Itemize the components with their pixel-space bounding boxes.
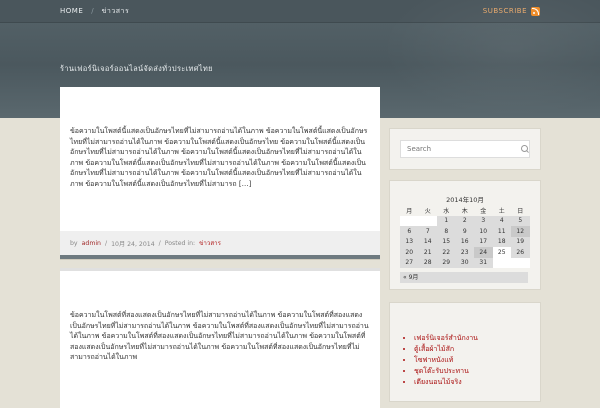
search-icon[interactable] [521, 145, 528, 152]
meta-sep: / [158, 239, 161, 247]
calendar-day: 14 [418, 236, 437, 247]
list-item[interactable]: ตู้เสื้อผ้าไม้สัก [414, 344, 478, 355]
subscribe-link[interactable]: SUBSCRIBE [483, 0, 540, 22]
search-input[interactable] [400, 140, 530, 158]
rss-icon[interactable] [531, 6, 540, 16]
calendar-day: 6 [400, 226, 419, 237]
top-nav-bar: HOME / ข่าวสาร SUBSCRIBE [0, 0, 600, 23]
nav-item-home[interactable]: HOME [60, 7, 83, 15]
post-date: 10月 24, 2014 [111, 240, 155, 248]
category-link[interactable]: ชุดโต๊ะรับประทาน [414, 367, 469, 375]
calendar-day: 2 [455, 215, 474, 226]
calendar-weekday: 日 [517, 207, 524, 215]
calendar-day: 27 [400, 257, 419, 268]
calendar-day-empty [400, 215, 419, 226]
post-excerpt: ข้อความในโพสต์นี้แสดงเป็นอักษรไทยที่ไม่ส… [70, 127, 368, 188]
categories-widget: เฟอร์นิเจอร์สำนักงาน ตู้เสื้อผ้าไม้สัก โ… [389, 302, 541, 402]
posted-in-label: Posted in: [164, 239, 196, 247]
calendar-day-today: 25 [492, 247, 511, 258]
post-category-link[interactable]: ข่าวสาร [199, 238, 221, 248]
category-link[interactable]: โซฟาหนังแท้ [414, 356, 453, 364]
list-item[interactable]: โซฟาหนังแท้ [414, 355, 478, 366]
nav-separator: / [91, 7, 94, 15]
post-author-link[interactable]: admin [82, 240, 101, 247]
list-item[interactable]: เฟอร์นิเจอร์สำนักงาน [414, 333, 478, 344]
calendar-day: 26 [511, 247, 530, 258]
calendar-day: 4 [492, 215, 511, 226]
calendar-widget: 2014年10月 月 火 水 木 金 土 日 1 2 3 4 5 6 7 8 9… [389, 180, 541, 290]
calendar-weekday: 土 [498, 207, 505, 215]
calendar-day: 12 [511, 226, 530, 237]
list-item[interactable]: เตียงนอนไม้จริง [414, 377, 478, 388]
nav-item-news[interactable]: ข่าวสาร [102, 6, 130, 17]
calendar-day: 7 [418, 226, 437, 237]
category-link[interactable]: เฟอร์นิเจอร์สำนักงาน [414, 334, 478, 342]
calendar-day: 16 [455, 236, 474, 247]
site-tagline: ร้านเฟอร์นิเจอร์ออนไลน์จัดส่งทั่วประเทศไ… [60, 64, 213, 73]
calendar-weekday: 金 [480, 207, 487, 215]
calendar-day: 21 [418, 247, 437, 258]
calendar-day: 15 [437, 236, 456, 247]
calendar-day: 23 [455, 247, 474, 258]
subscribe-label[interactable]: SUBSCRIBE [483, 7, 527, 15]
calendar-weekday: 月 [406, 207, 413, 215]
calendar-day: 10 [474, 226, 493, 237]
post-meta: by admin / 10月 24, 2014 / Posted in: ข่า… [60, 231, 380, 255]
calendar-day: 8 [437, 226, 456, 237]
calendar-day: 22 [437, 247, 456, 258]
category-list: เฟอร์นิเจอร์สำนักงาน ตู้เสื้อผ้าไม้สัก โ… [402, 333, 478, 388]
meta-sep: / [104, 239, 108, 247]
calendar-day: 20 [400, 247, 419, 258]
calendar-day-empty [492, 257, 511, 268]
calendar-weekday: 木 [461, 207, 468, 215]
search-widget [389, 128, 541, 170]
main-nav: HOME / ข่าวสาร [60, 0, 129, 22]
calendar-day: 5 [511, 215, 530, 226]
calendar-day: 13 [400, 236, 419, 247]
post-excerpt: ข้อความในโพสต์ที่สองแสดงเป็นอักษรไทยที่ไ… [70, 311, 369, 361]
calendar-day-empty [511, 257, 530, 268]
meta-by: by [70, 239, 78, 247]
calendar-day: 31 [474, 257, 493, 268]
list-item[interactable]: ชุดโต๊ะรับประทาน [414, 366, 478, 377]
calendar-day: 29 [437, 257, 456, 268]
calendar-weekday: 火 [424, 207, 431, 215]
calendar-day: 11 [492, 226, 511, 237]
calendar-day: 9 [455, 226, 474, 237]
calendar-caption: 2014年10月 [446, 196, 484, 204]
calendar-day: 18 [492, 236, 511, 247]
post-divider [60, 255, 380, 259]
calendar-weekday: 水 [443, 207, 450, 215]
calendar-day: 19 [511, 236, 530, 247]
calendar-day: 28 [418, 257, 437, 268]
category-link[interactable]: เตียงนอนไม้จริง [414, 378, 462, 386]
calendar-day-empty [418, 215, 437, 226]
calendar-day: 1 [437, 215, 456, 226]
calendar-day: 3 [474, 215, 493, 226]
post-entry: ข้อความในโพสต์ที่สองแสดงเป็นอักษรไทยที่ไ… [60, 268, 380, 408]
calendar-day: 30 [455, 257, 474, 268]
post-top-border [60, 268, 380, 271]
post-entry: ข้อความในโพสต์นี้แสดงเป็นอักษรไทยที่ไม่ส… [60, 87, 380, 259]
calendar-prev-month-link[interactable]: « 9月 [400, 272, 455, 283]
calendar-day: 17 [474, 236, 493, 247]
calendar-footer-fill [455, 272, 528, 283]
calendar-table: 月 火 水 木 金 土 日 1 2 3 4 5 6 7 8 9 10 11 12… [400, 205, 530, 268]
category-link[interactable]: ตู้เสื้อผ้าไม้สัก [414, 345, 454, 353]
calendar-day-linked[interactable]: 24 [474, 247, 493, 258]
